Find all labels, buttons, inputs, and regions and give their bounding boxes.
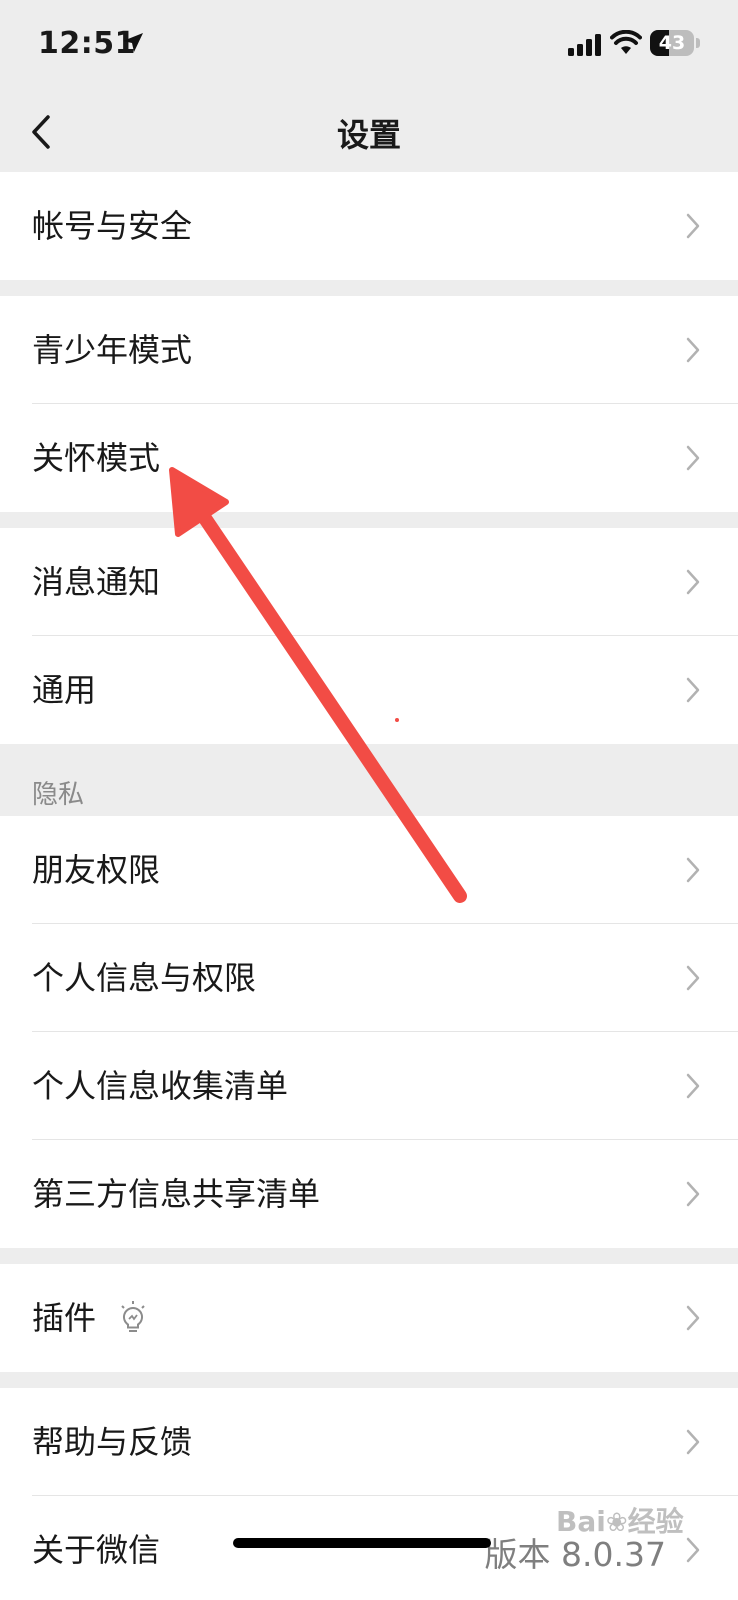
chevron-right-icon	[686, 857, 700, 883]
paw-icon: ❀	[605, 1508, 628, 1538]
wifi-icon	[610, 30, 642, 54]
row-label: 关于微信	[32, 1531, 161, 1569]
chevron-right-icon	[686, 1429, 700, 1455]
group-help: 帮助与反馈 关于微信 版本 8.0.37	[0, 1388, 738, 1600]
row-label: 第三方信息共享清单	[32, 1175, 321, 1213]
group-general: 消息通知 通用	[0, 528, 738, 744]
watermark-text: Bai	[556, 1505, 606, 1538]
group-privacy: 朋友权限 个人信息与权限 个人信息收集清单 第三方信息共享清单	[0, 816, 738, 1248]
section-header-privacy: 隐私	[32, 780, 85, 810]
row-label: 帮助与反馈	[32, 1423, 193, 1461]
lightbulb-icon	[121, 1301, 145, 1332]
location-arrow-icon	[123, 33, 143, 52]
baidu-watermark: Bai❀经验	[556, 1500, 696, 1560]
row-label: 消息通知	[32, 563, 161, 601]
group-plugins: 插件	[0, 1264, 738, 1372]
watermark-text-2: 经验	[627, 1505, 684, 1538]
row-label: 个人信息收集清单	[32, 1067, 289, 1105]
row-plugins[interactable]: 插件	[0, 1264, 738, 1372]
chevron-right-icon	[686, 569, 700, 595]
settings-screen: 12:51 43 设置 帐号与安全 青少年模式 关怀模式 消息通知 通用 隐私 …	[0, 0, 738, 1600]
row-label: 插件	[32, 1299, 97, 1337]
row-label: 朋友权限	[32, 851, 161, 889]
row-label: 个人信息与权限	[32, 959, 257, 997]
status-bar: 12:51 43	[0, 0, 738, 92]
home-indicator[interactable]	[233, 1538, 491, 1548]
chevron-right-icon	[686, 1305, 700, 1331]
row-label: 帐号与安全	[32, 207, 193, 245]
group-modes: 青少年模式 关怀模式	[0, 296, 738, 512]
page-title: 设置	[336, 116, 401, 154]
row-care-mode[interactable]: 关怀模式	[0, 404, 738, 512]
chevron-right-icon	[686, 1073, 700, 1099]
battery-percent: 43	[658, 32, 686, 54]
chevron-right-icon	[686, 677, 700, 703]
row-personal-info-permissions[interactable]: 个人信息与权限	[0, 924, 738, 1032]
row-general[interactable]: 通用	[0, 636, 738, 744]
row-account-security[interactable]: 帐号与安全	[0, 172, 738, 280]
navigation-bar: 设置	[0, 92, 738, 172]
row-help-feedback[interactable]: 帮助与反馈	[0, 1388, 738, 1496]
row-youth-mode[interactable]: 青少年模式	[0, 296, 738, 404]
chevron-right-icon	[686, 1181, 700, 1207]
row-notifications[interactable]: 消息通知	[0, 528, 738, 636]
row-label: 青少年模式	[32, 331, 193, 369]
row-third-party-sharing[interactable]: 第三方信息共享清单	[0, 1140, 738, 1248]
battery-icon: 43	[650, 30, 702, 58]
chevron-right-icon	[686, 213, 700, 239]
row-friend-permissions[interactable]: 朋友权限	[0, 816, 738, 924]
chevron-right-icon	[686, 965, 700, 991]
row-label: 关怀模式	[32, 439, 161, 477]
group-account: 帐号与安全	[0, 172, 738, 280]
chevron-right-icon	[686, 445, 700, 471]
cellular-signal-icon	[568, 34, 601, 56]
row-personal-info-collection[interactable]: 个人信息收集清单	[0, 1032, 738, 1140]
row-label: 通用	[32, 671, 97, 709]
chevron-right-icon	[686, 337, 700, 363]
